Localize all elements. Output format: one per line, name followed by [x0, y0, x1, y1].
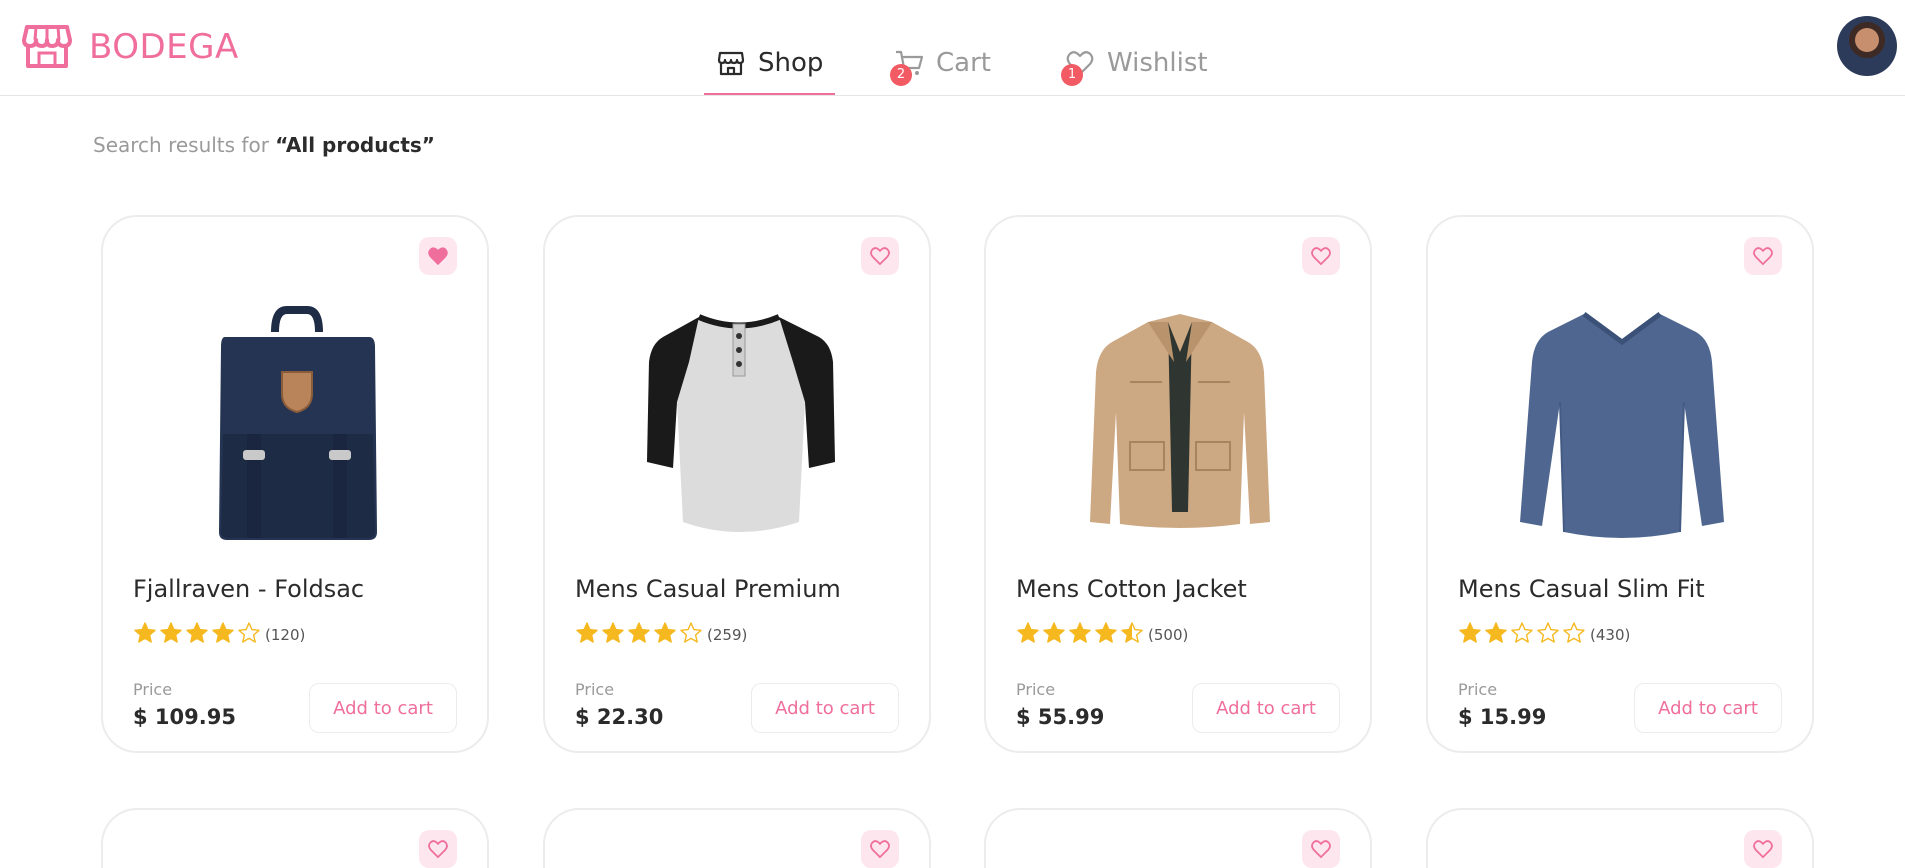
product-card[interactable]: Fjallraven - Foldsac (120) Price $ 109.9… — [101, 215, 489, 753]
cart-count-badge: 2 — [890, 64, 912, 86]
product-card[interactable] — [101, 808, 489, 868]
review-count: (430) — [1590, 626, 1631, 644]
rating-stars: (500) — [1016, 621, 1188, 649]
product-name[interactable]: Mens Casual Slim Fit — [1458, 575, 1705, 603]
product-image — [1472, 287, 1772, 557]
tab-cart[interactable]: 2 Cart — [890, 48, 991, 95]
product-name[interactable]: Mens Cotton Jacket — [1016, 575, 1247, 603]
search-prefix: Search results for — [93, 133, 269, 157]
jacket-image — [1090, 314, 1270, 528]
longsleeve-shirt-image — [1520, 311, 1724, 538]
search-results-heading: Search results for “All products” — [93, 133, 435, 157]
wishlist-toggle[interactable] — [1302, 237, 1340, 275]
heart-outline-icon — [870, 840, 890, 859]
store-icon — [716, 48, 746, 78]
heart-outline-icon — [1753, 247, 1773, 266]
heart-outline-icon — [428, 840, 448, 859]
tab-wishlist-label: Wishlist — [1107, 48, 1208, 78]
add-to-cart-button[interactable]: Add to cart — [1192, 683, 1340, 733]
heart-outline-icon — [1753, 840, 1773, 859]
price-value: $ 15.99 — [1458, 705, 1547, 729]
price-value: $ 109.95 — [133, 705, 236, 729]
product-name[interactable]: Mens Casual Premium — [575, 575, 841, 603]
brand-name: BODEGA — [89, 27, 239, 67]
rating-stars: (120) — [133, 621, 305, 649]
star-icon — [1042, 621, 1068, 649]
wishlist-toggle[interactable] — [861, 237, 899, 275]
star-icon — [1484, 621, 1510, 649]
product-card[interactable]: Mens Cotton Jacket (500) Price $ 55.99 A… — [984, 215, 1372, 753]
price-label: Price — [1458, 680, 1498, 699]
wishlist-toggle[interactable] — [861, 830, 899, 868]
star-icon — [1068, 621, 1094, 649]
wishlist-toggle[interactable] — [1744, 830, 1782, 868]
star-icon — [237, 621, 263, 649]
rating-stars: (259) — [575, 621, 747, 649]
star-icon — [1510, 621, 1536, 649]
star-icon — [185, 621, 211, 649]
price-label: Price — [133, 680, 173, 699]
cart-icon: 2 — [890, 48, 924, 86]
product-name[interactable]: Fjallraven - Foldsac — [133, 575, 364, 603]
tab-shop[interactable]: Shop — [704, 48, 836, 95]
add-to-cart-button[interactable]: Add to cart — [751, 683, 899, 733]
wishlist-toggle[interactable] — [1744, 237, 1782, 275]
star-icon — [1016, 621, 1042, 649]
star-icon — [653, 621, 679, 649]
product-image — [147, 287, 447, 557]
wishlist-toggle[interactable] — [1302, 830, 1340, 868]
star-icon — [159, 621, 185, 649]
avatar[interactable] — [1837, 16, 1897, 76]
review-count: (120) — [265, 626, 306, 644]
add-to-cart-button[interactable]: Add to cart — [1634, 683, 1782, 733]
wishlist-count-badge: 1 — [1061, 64, 1083, 86]
raglan-tshirt-image — [647, 314, 835, 532]
star-icon — [1120, 621, 1146, 649]
heart-filled-icon — [428, 247, 448, 266]
search-query: “All products” — [275, 133, 435, 157]
price-label: Price — [575, 680, 615, 699]
star-icon — [601, 621, 627, 649]
backpack-image — [219, 306, 377, 540]
review-count: (259) — [707, 626, 748, 644]
tab-wishlist[interactable]: 1 Wishlist — [1061, 48, 1208, 95]
tab-shop-label: Shop — [758, 48, 824, 78]
storefront-icon — [22, 25, 72, 68]
price-value: $ 55.99 — [1016, 705, 1105, 729]
star-icon — [211, 621, 237, 649]
product-card[interactable] — [543, 808, 931, 868]
product-image — [1030, 287, 1330, 557]
price-label: Price — [1016, 680, 1056, 699]
brand-logo[interactable]: BODEGA — [22, 24, 239, 70]
star-icon — [575, 621, 601, 649]
wishlist-toggle[interactable] — [419, 830, 457, 868]
star-icon — [133, 621, 159, 649]
star-icon — [1458, 621, 1484, 649]
product-card[interactable] — [984, 808, 1372, 868]
product-card[interactable]: Mens Casual Premium (259) Price $ 22.30 … — [543, 215, 931, 753]
review-count: (500) — [1148, 626, 1189, 644]
heart-outline-icon — [1311, 247, 1331, 266]
add-to-cart-button[interactable]: Add to cart — [309, 683, 457, 733]
rating-stars: (430) — [1458, 621, 1630, 649]
star-icon — [1562, 621, 1588, 649]
price-value: $ 22.30 — [575, 705, 664, 729]
star-icon — [1094, 621, 1120, 649]
wishlist-toggle[interactable] — [419, 237, 457, 275]
top-header: BODEGA Shop 2 Cart 1 Wishlist — [0, 0, 1905, 96]
heart-outline-icon: 1 — [1061, 48, 1095, 86]
star-icon — [1536, 621, 1562, 649]
heart-outline-icon — [870, 247, 890, 266]
product-card[interactable] — [1426, 808, 1814, 868]
heart-outline-icon — [1311, 840, 1331, 859]
product-card[interactable]: Mens Casual Slim Fit (430) Price $ 15.99… — [1426, 215, 1814, 753]
star-icon — [627, 621, 653, 649]
tab-cart-label: Cart — [936, 48, 991, 78]
product-image — [589, 287, 889, 557]
star-icon — [679, 621, 705, 649]
